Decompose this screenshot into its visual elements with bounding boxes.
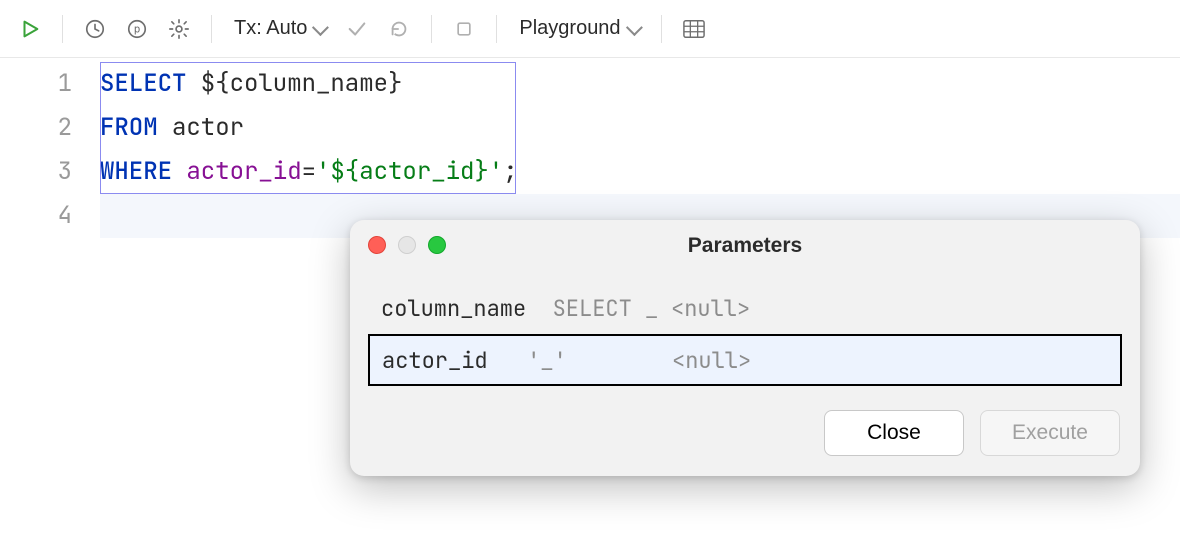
history-icon[interactable] (77, 11, 113, 47)
zoom-window-icon[interactable] (428, 236, 446, 254)
commit-icon[interactable] (339, 11, 375, 47)
parameter-row[interactable]: actor_id '_' <null> (368, 334, 1122, 386)
toolbar-divider (431, 15, 432, 43)
svg-text:p: p (134, 22, 141, 35)
gutter-line: 4 (0, 194, 72, 238)
dialog-footer: Close Execute (350, 386, 1140, 476)
parameters-dialog: Parameters column_name SELECT _ <null> a… (350, 220, 1140, 476)
code-line: FROM actor (100, 106, 1180, 150)
param-cell[interactable]: actor_id '_' (370, 346, 660, 375)
window-controls (368, 236, 446, 254)
toolbar-divider (62, 15, 63, 43)
session-label: Playground (519, 17, 620, 40)
toolbar-divider (211, 15, 212, 43)
execute-button[interactable]: Execute (980, 410, 1120, 456)
parameters-table: column_name SELECT _ <null> actor_id '_'… (368, 282, 1122, 386)
param-value-cell[interactable]: <null> (660, 346, 1120, 375)
stop-icon[interactable] (446, 11, 482, 47)
run-button[interactable] (12, 11, 48, 47)
param-value-cell[interactable]: <null> (659, 294, 1121, 323)
p-icon[interactable]: p (119, 11, 155, 47)
close-button[interactable]: Close (824, 410, 964, 456)
settings-icon[interactable] (161, 11, 197, 47)
gutter-line: 3 (0, 150, 72, 194)
minimize-window-icon[interactable] (398, 236, 416, 254)
chevron-down-icon (312, 19, 329, 36)
toolbar: p Tx: Auto Playground (0, 0, 1180, 58)
gutter-line: 1 (0, 62, 72, 106)
chevron-down-icon (625, 19, 642, 36)
toolbar-divider (496, 15, 497, 43)
code-line: WHERE actor_id='${actor_id}'; (100, 150, 1180, 194)
param-cell[interactable]: column_name SELECT _ (369, 294, 659, 323)
line-gutter: 1 2 3 4 (0, 58, 100, 238)
close-window-icon[interactable] (368, 236, 386, 254)
dialog-title: Parameters (688, 234, 802, 258)
parameter-row[interactable]: column_name SELECT _ <null> (368, 282, 1122, 334)
code-area[interactable]: SELECT ${column_name} FROM actor WHERE a… (100, 58, 1180, 238)
tx-mode-label: Tx: Auto (234, 17, 307, 40)
toolbar-divider (661, 15, 662, 43)
code-editor[interactable]: 1 2 3 4 SELECT ${column_name} FROM actor… (0, 58, 1180, 238)
session-dropdown[interactable]: Playground (511, 11, 646, 47)
rollback-icon[interactable] (381, 11, 417, 47)
dialog-titlebar: Parameters (350, 220, 1140, 272)
tx-mode-dropdown[interactable]: Tx: Auto (226, 11, 333, 47)
gutter-line: 2 (0, 106, 72, 150)
code-line: SELECT ${column_name} (100, 62, 1180, 106)
table-view-icon[interactable] (676, 11, 712, 47)
